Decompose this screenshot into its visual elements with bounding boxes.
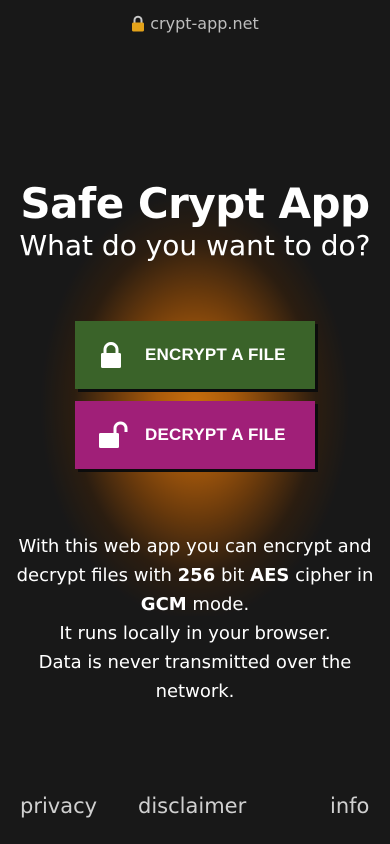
lock-closed-icon	[99, 341, 123, 369]
address-bar[interactable]: crypt-app.net	[0, 14, 390, 36]
cipher-name: AES	[250, 565, 290, 586]
cipher-in-text: cipher in	[289, 565, 374, 586]
mode-word: mode.	[186, 594, 250, 615]
lock-icon	[131, 15, 145, 36]
footer-nav: privacy disclaimer info	[0, 794, 390, 824]
app-description: With this web app you can encrypt and de…	[0, 532, 390, 706]
page-subtitle: What do you want to do?	[19, 229, 371, 262]
privacy-note: Data is never transmitted over the netwo…	[38, 652, 352, 702]
local-note: It runs locally in your browser.	[59, 623, 331, 644]
lock-open-icon	[99, 421, 128, 449]
encrypt-file-label: ENCRYPT A FILE	[145, 345, 286, 364]
cipher-mode: GCM	[140, 594, 187, 615]
decrypt-file-button[interactable]: DECRYPT A FILE	[75, 401, 315, 469]
decrypt-file-label: DECRYPT A FILE	[145, 425, 286, 444]
app-screen: crypt-app.net Safe Crypt App What do you…	[0, 0, 390, 844]
key-bits: 256	[177, 565, 216, 586]
disclaimer-link[interactable]: disclaimer	[138, 794, 246, 818]
info-link[interactable]: info	[330, 794, 369, 818]
privacy-link[interactable]: privacy	[20, 794, 97, 818]
url-text: crypt-app.net	[150, 14, 259, 33]
bit-word: bit	[215, 565, 251, 586]
page-title: Safe Crypt App	[20, 179, 370, 228]
encrypt-file-button[interactable]: ENCRYPT A FILE	[75, 321, 315, 389]
